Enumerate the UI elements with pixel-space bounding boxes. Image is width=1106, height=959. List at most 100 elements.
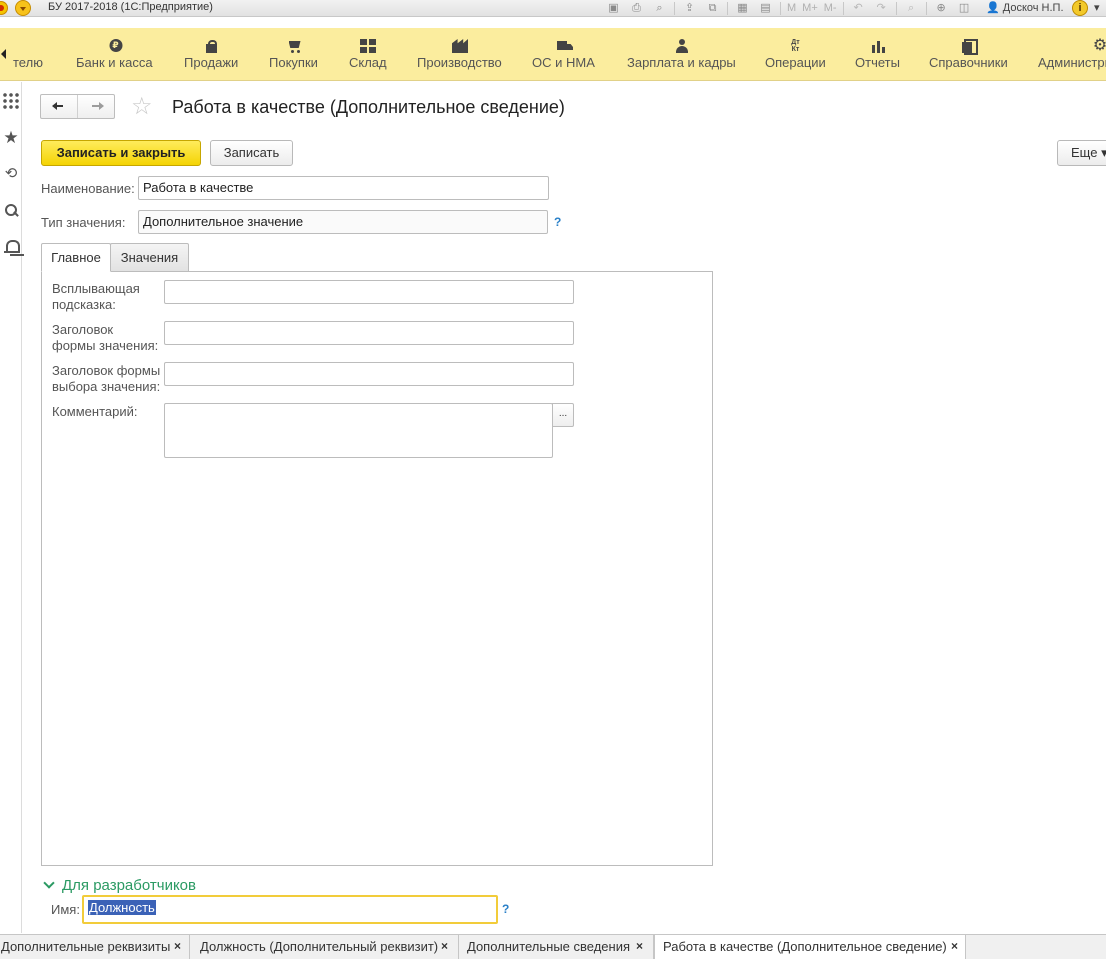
comment-label: Комментарий: <box>52 404 138 419</box>
section-previous-partial[interactable]: телю <box>13 28 47 81</box>
toolbar-divider <box>925 1 927 15</box>
memory-plus-button[interactable]: M+ <box>802 1 818 15</box>
section-stock[interactable]: Склад <box>349 28 387 81</box>
comment-edit-button[interactable]: ... <box>552 403 574 427</box>
back-arrow-icon[interactable] <box>41 95 77 118</box>
section-fixed-assets[interactable]: ОС и НМА <box>532 28 598 81</box>
value-type-field[interactable]: Дополнительное значение <box>138 210 548 234</box>
shopping-bag-icon <box>204 39 220 53</box>
tooltip-field[interactable] <box>164 280 574 304</box>
open-windows-bar: Дополнительные реквизиты × Должность (До… <box>0 934 1106 959</box>
tools-panel: ★ ⟲ <box>0 82 22 933</box>
window-tab[interactable]: Дополнительные сведения × <box>466 935 654 959</box>
main-tab-panel <box>41 271 713 866</box>
cart-icon <box>287 39 303 53</box>
internal-name-value: Должность <box>88 900 156 915</box>
section-operations[interactable]: Дт Кт Операции <box>765 28 826 81</box>
search-icon[interactable] <box>2 202 20 220</box>
toolbar-divider <box>727 1 728 15</box>
link-icon[interactable]: ⇪ <box>681 1 698 15</box>
section-production[interactable]: Производство <box>417 28 503 81</box>
panels-icon[interactable]: ◫ <box>956 1 973 15</box>
bar-chart-icon <box>869 39 886 53</box>
comment-textarea[interactable] <box>164 403 553 458</box>
truck-icon <box>557 39 573 53</box>
info-icon[interactable]: i <box>1072 0 1088 16</box>
select-form-title-label: Заголовок формы выбора значения: <box>52 363 161 394</box>
window-tab[interactable]: Дополнительные реквизиты × <box>0 935 190 959</box>
save-and-close-button[interactable]: Записать и закрыть <box>41 140 201 166</box>
factory-icon <box>452 39 468 53</box>
section-purchases[interactable]: Покупки <box>269 28 320 81</box>
internal-name-field[interactable]: Должность <box>82 895 498 924</box>
stock-grid-icon <box>360 39 376 53</box>
preview-icon[interactable]: ⌕ <box>651 1 668 15</box>
titlebar-toolbar: ▣ ⎙ ⌕ ⇪ ⧉ ▦ ▤ M M+ M- ↶ ↷ ⌕ ⊕ ◫ <box>605 0 973 16</box>
name-field[interactable]: Работа в качестве <box>138 176 549 200</box>
scroll-left-icon[interactable] <box>0 46 8 62</box>
titlebar-more-icon[interactable]: ▾ <box>1094 1 1100 14</box>
value-type-help-icon[interactable]: ? <box>554 215 561 229</box>
window-tab-label: Должность (Дополнительный реквизит) <box>200 939 439 954</box>
more-label: Еще <box>1071 145 1098 160</box>
app-logo-icon <box>0 1 8 15</box>
window-tab-active[interactable]: Работа в качестве (Дополнительное сведен… <box>654 935 966 959</box>
window-tab[interactable]: Должность (Дополнительный реквизит) × <box>199 935 459 959</box>
value-type-label: Тип значения: <box>41 215 126 230</box>
toolbar-divider <box>895 1 897 15</box>
value-form-title-label: Заголовок формы значения: <box>52 322 159 353</box>
memory-minus-button[interactable]: M- <box>824 1 837 15</box>
value-form-title-field[interactable] <box>164 321 574 345</box>
select-form-title-field[interactable] <box>164 362 574 386</box>
close-icon[interactable]: × <box>951 935 958 958</box>
section-directories[interactable]: Справочники <box>929 28 1009 81</box>
tab-main[interactable]: Главное <box>41 243 111 272</box>
close-icon[interactable]: × <box>174 935 181 958</box>
section-bank-and-cash[interactable]: ₽ Банк и касса <box>76 28 155 81</box>
redo-icon[interactable]: ↷ <box>873 1 890 15</box>
developers-group-header[interactable]: Для разработчиков <box>43 875 196 895</box>
toolbar-divider <box>842 1 844 15</box>
chevron-down-icon: ▾ <box>1101 145 1106 160</box>
user-name: Доскоч Н.П. <box>1002 2 1064 14</box>
function-menu-icon[interactable] <box>2 92 20 110</box>
section-administration[interactable]: ⚙ Администри <box>1038 28 1106 81</box>
save-icon[interactable]: ▣ <box>605 1 622 15</box>
calculator-icon[interactable]: ▦ <box>734 1 751 15</box>
books-icon <box>961 39 978 55</box>
calendar-icon[interactable]: ▤ <box>757 1 774 15</box>
sections-panel: телю ₽ Банк и касса Продажи Покупки Скла… <box>0 28 1106 81</box>
attach-icon[interactable]: ⧉ <box>704 1 721 15</box>
current-user[interactable]: 👤 Доскоч Н.П. <box>986 1 1064 14</box>
name-label: Наименование: <box>41 181 135 196</box>
page-title: Работа в качестве (Дополнительное сведен… <box>172 97 565 117</box>
close-icon[interactable]: × <box>636 935 643 958</box>
toolbar-divider <box>674 1 675 15</box>
add-to-favorites-star-icon[interactable]: ☆ <box>131 93 153 121</box>
print-icon[interactable]: ⎙ <box>628 1 645 15</box>
internal-name-help-icon[interactable]: ? <box>502 902 509 916</box>
forward-arrow-icon[interactable] <box>77 95 114 118</box>
section-sales[interactable]: Продажи <box>184 28 240 81</box>
save-button[interactable]: Записать <box>210 140 293 166</box>
more-actions-button[interactable]: Еще ▾ <box>1057 140 1106 166</box>
main-menu-button[interactable] <box>15 0 31 16</box>
chevron-down-icon <box>43 879 55 891</box>
history-navigation <box>40 94 115 119</box>
section-salary-and-hr[interactable]: Зарплата и кадры <box>627 28 736 81</box>
find-icon[interactable]: ⌕ <box>903 1 920 15</box>
person-icon <box>674 39 690 53</box>
favorites-star-icon[interactable]: ★ <box>2 129 20 147</box>
notifications-bell-icon[interactable] <box>2 238 20 256</box>
undo-icon[interactable]: ↶ <box>850 1 867 15</box>
window-tab-label: Работа в качестве (Дополнительное сведен… <box>663 939 947 954</box>
history-icon[interactable]: ⟲ <box>2 165 20 183</box>
close-icon[interactable]: × <box>441 935 448 958</box>
window-title: БУ 2017-2018 (1С:Предприятие) <box>48 1 213 13</box>
zoom-icon[interactable]: ⊕ <box>933 1 950 15</box>
section-reports[interactable]: Отчеты <box>855 28 900 81</box>
memory-button[interactable]: M <box>787 1 796 15</box>
tooltip-label: Всплывающая подсказка: <box>52 281 140 312</box>
developers-group-title: Для разработчиков <box>62 876 196 894</box>
tab-values[interactable]: Значения <box>110 243 189 272</box>
